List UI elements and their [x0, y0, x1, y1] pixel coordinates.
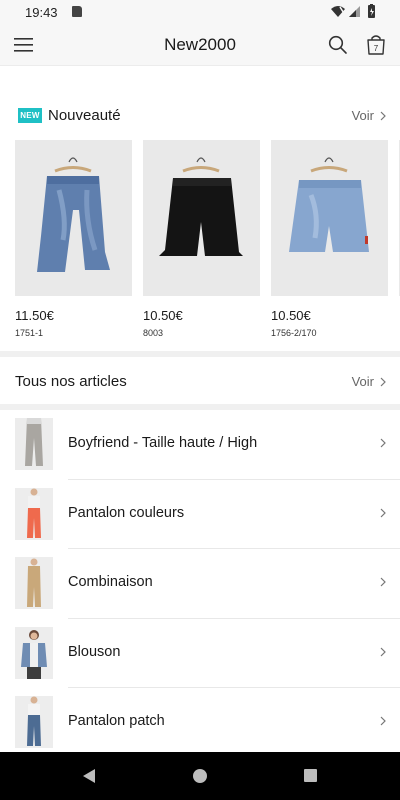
all-articles-header: Tous nos articles Voir	[0, 358, 400, 404]
category-thumbnail	[15, 418, 53, 470]
category-thumbnail	[15, 557, 53, 609]
chevron-right-icon	[380, 716, 386, 726]
category-label: Pantalon couleurs	[68, 504, 185, 521]
product-ref: 1756-2/170	[271, 328, 317, 338]
product-price: 11.50€	[15, 308, 54, 323]
list-item[interactable]: Boyfriend - Taille haute / High	[0, 410, 400, 480]
product-image	[271, 140, 388, 296]
product-ref: 8003	[143, 328, 164, 338]
search-button[interactable]	[328, 35, 348, 55]
chevron-right-icon	[380, 111, 386, 120]
all-articles-title: Tous nos articles	[15, 373, 127, 390]
category-thumbnail	[15, 487, 53, 540]
list-item[interactable]: Blouson	[0, 619, 400, 688]
cart-count: 7	[374, 44, 379, 53]
category-label: Blouson	[68, 643, 121, 660]
product-price: 10.50€	[143, 308, 183, 323]
product-card[interactable]: 10.50€ 1756-2/170	[271, 140, 388, 338]
all-articles-see-all[interactable]: Voir	[352, 374, 386, 389]
app-bar: New2000 7	[0, 24, 400, 66]
status-bar: 19:43	[0, 0, 400, 24]
wifi-signal-battery-icon	[331, 4, 375, 18]
list-item[interactable]: Pantalon couleurs	[0, 480, 400, 549]
product-image	[143, 140, 260, 296]
cart-button[interactable]: 7	[366, 34, 386, 56]
status-icons	[330, 4, 378, 20]
see-all-label: Voir	[351, 374, 374, 389]
product-image	[15, 140, 132, 296]
product-ref: 1751-1	[15, 328, 44, 338]
new-arrivals-section: NEW Nouveauté Voir 11.50€ 1751-1 10.50€ …	[0, 96, 400, 338]
back-icon[interactable]	[82, 768, 96, 784]
category-thumbnail	[15, 626, 53, 679]
menu-button[interactable]	[14, 37, 34, 53]
home-icon[interactable]	[193, 769, 207, 783]
chevron-right-icon	[380, 377, 386, 386]
see-all-label: Voir	[351, 108, 374, 123]
category-list: Boyfriend - Taille haute / High Pantalon…	[0, 410, 400, 758]
recent-apps-icon[interactable]	[304, 769, 317, 782]
shopping-bag-icon: 7	[367, 35, 385, 55]
product-card[interactable]: 11.50€ 1751-1	[15, 140, 132, 338]
chevron-right-icon	[380, 647, 386, 656]
category-label: Combinaison	[68, 574, 153, 590]
list-item[interactable]: Pantalon patch	[0, 688, 400, 758]
category-label: Pantalon patch	[68, 713, 165, 729]
new-arrivals-title: Nouveauté	[48, 107, 121, 124]
product-carousel[interactable]: 11.50€ 1751-1 10.50€ 8003 10.50€ 1756-2/…	[15, 140, 400, 340]
product-price: 10.50€	[271, 308, 311, 323]
sd-card-icon	[72, 6, 82, 17]
new-badge: NEW	[18, 108, 42, 123]
product-card[interactable]: 10.50€ 8003	[143, 140, 260, 338]
category-thumbnail	[15, 696, 53, 748]
chevron-right-icon	[380, 577, 386, 587]
chevron-right-icon	[380, 438, 386, 448]
system-navigation-bar	[0, 752, 400, 800]
status-time: 19:43	[25, 5, 58, 20]
search-icon	[328, 35, 347, 54]
hamburger-icon	[14, 38, 33, 52]
new-arrivals-see-all[interactable]: Voir	[352, 108, 386, 123]
new-arrivals-header: NEW Nouveauté Voir	[0, 96, 400, 136]
list-item[interactable]: Combinaison	[0, 549, 400, 619]
section-divider	[0, 351, 400, 357]
chevron-right-icon	[380, 508, 386, 517]
category-label: Boyfriend - Taille haute / High	[68, 435, 258, 451]
